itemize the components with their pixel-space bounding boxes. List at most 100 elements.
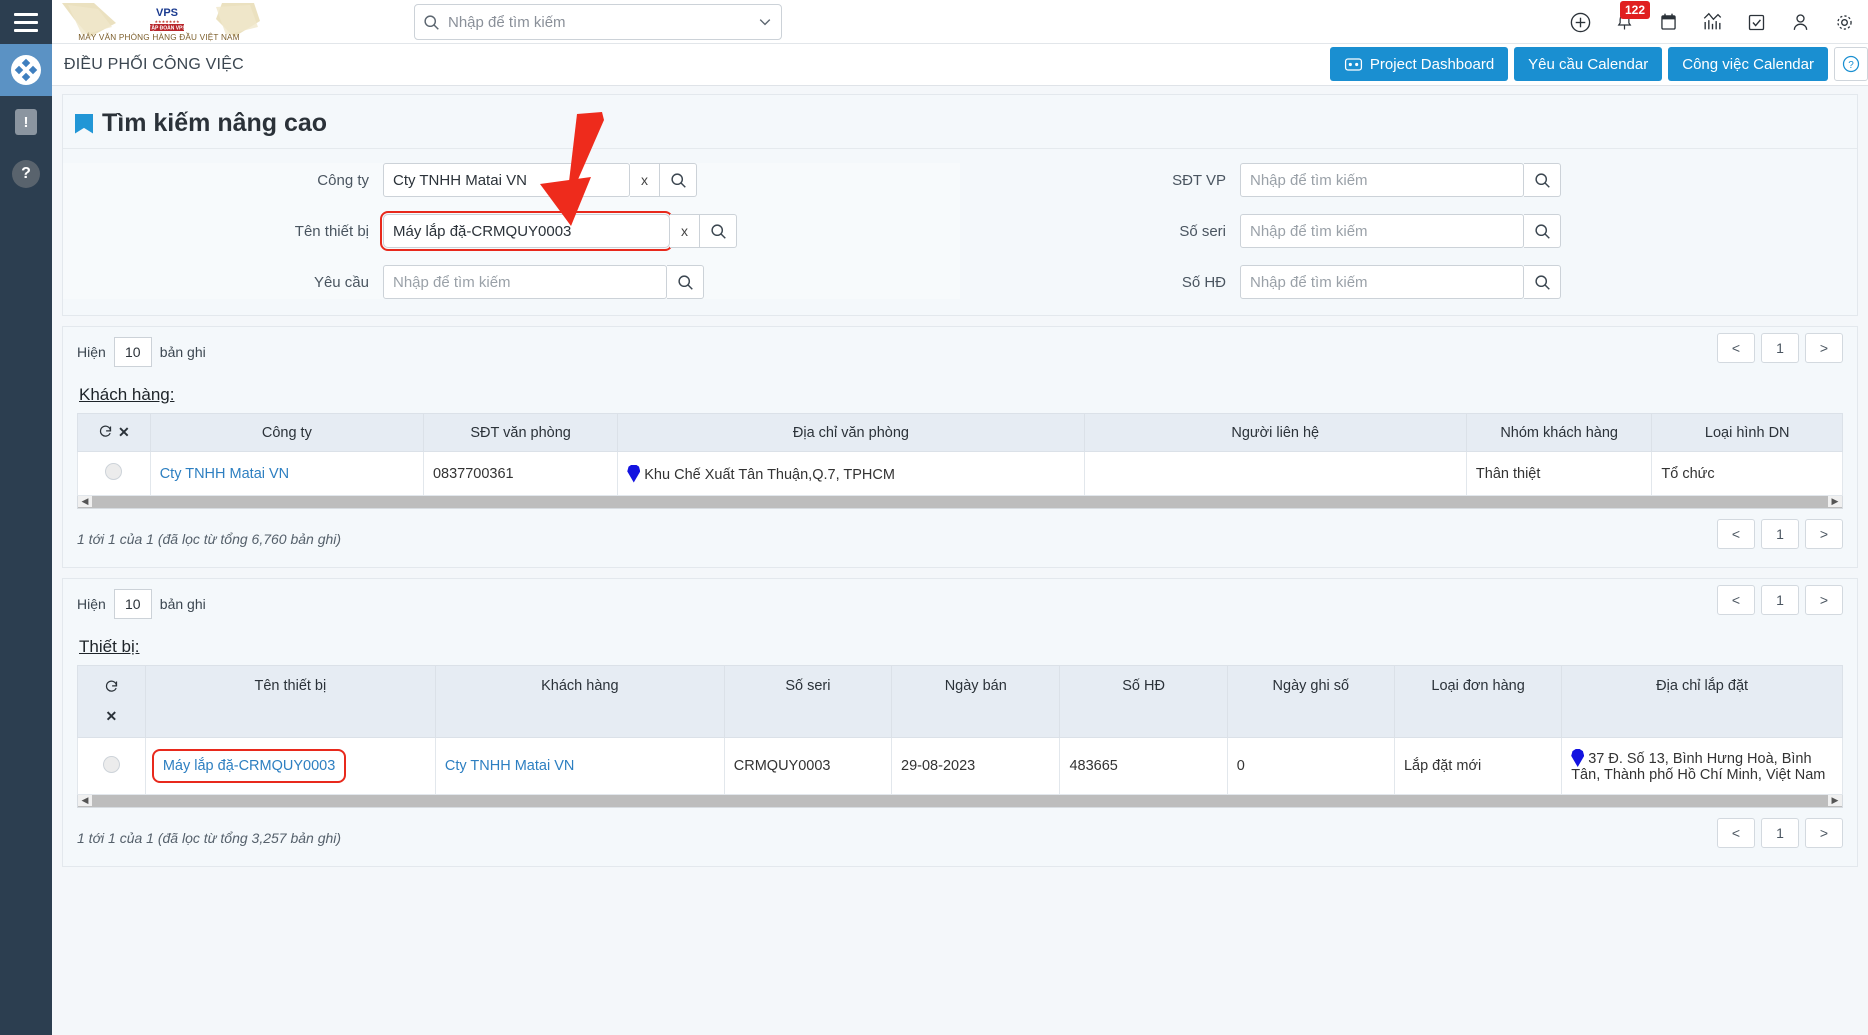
- brand-logo[interactable]: VPS ★★★★★★★ TẬP ĐOÀN VPS MÁY VĂN PHÒNG H…: [52, 0, 282, 44]
- sdt-vp-search-button[interactable]: [1524, 163, 1561, 197]
- device-cell-loai-don-hang: Lắp đặt mới: [1393, 737, 1563, 795]
- device-col-ten-thiet-bi: Tên thiết bị: [144, 665, 436, 738]
- so-hd-search-button[interactable]: [1524, 265, 1561, 299]
- customer-page-size-select[interactable]: 10: [113, 337, 152, 367]
- add-circle-icon[interactable]: [1568, 10, 1592, 34]
- scroll-left-icon[interactable]: ◀: [78, 795, 92, 806]
- bookmark-icon: [75, 113, 93, 134]
- sdt-vp-placeholder: Nhập để tìm kiếm: [1250, 171, 1368, 189]
- device-prev-page-button[interactable]: <: [1717, 585, 1755, 615]
- bell-icon[interactable]: 122: [1612, 1, 1651, 34]
- customer-next-page-button[interactable]: >: [1805, 333, 1843, 363]
- customer-table-label: Khách hàng:: [79, 385, 175, 404]
- top-bar: VPS ★★★★★★★ TẬP ĐOÀN VPS MÁY VĂN PHÒNG H…: [52, 0, 1868, 44]
- cong-viec-calendar-button[interactable]: Công việc Calendar: [1668, 47, 1828, 81]
- scroll-right-icon[interactable]: ▶: [1828, 496, 1842, 507]
- customer-cell-nguoi-lien-he: [1083, 451, 1467, 496]
- so-seri-input[interactable]: Nhập để tìm kiếm: [1240, 214, 1524, 248]
- yeu-cau-input[interactable]: Nhập để tìm kiếm: [383, 265, 667, 299]
- search-icon: [1534, 274, 1550, 290]
- sidebar-item-alert[interactable]: !: [0, 96, 52, 148]
- customer-table: ✕ Công ty SĐT văn phòng Địa chỉ văn phòn…: [77, 413, 1843, 496]
- customer-record-info: 1 tới 1 của 1 (đã lọc từ tổng 6,760 bản …: [77, 531, 342, 547]
- ten-thiet-bi-search-button[interactable]: [700, 214, 737, 248]
- ten-thiet-bi-clear-button[interactable]: x: [670, 214, 700, 248]
- clear-filter-icon[interactable]: ✕: [84, 708, 139, 725]
- so-hd-label: Số HĐ: [1181, 273, 1226, 291]
- customer-row-radio[interactable]: [105, 463, 123, 480]
- customer-prev-page-button[interactable]: <: [1717, 333, 1755, 363]
- search-icon: [1534, 172, 1550, 188]
- project-dashboard-button[interactable]: Project Dashboard: [1329, 47, 1509, 81]
- ten-thiet-bi-label: Tên thiết bị: [294, 222, 369, 240]
- ten-thiet-bi-input[interactable]: Máy lắp đặ-CRMQUY0003: [380, 211, 673, 251]
- sdt-vp-input[interactable]: Nhập để tìm kiếm: [1240, 163, 1524, 197]
- device-page-1-button[interactable]: 1: [1761, 585, 1799, 615]
- chart-icon[interactable]: [1700, 10, 1724, 34]
- device-cell-so-hd: 483665: [1059, 737, 1228, 795]
- customer-page-1-button-bottom[interactable]: 1: [1761, 519, 1799, 549]
- device-next-page-button-bottom[interactable]: >: [1805, 818, 1843, 848]
- search-icon: [670, 172, 686, 188]
- customer-cell-sdt: 0837700361: [422, 451, 619, 496]
- sidebar-item-app-logo[interactable]: [0, 44, 52, 96]
- customer-row-select-cell: [77, 451, 151, 496]
- cong-ty-input[interactable]: Cty TNHH Matai VN: [383, 163, 630, 197]
- table-row[interactable]: Cty TNHH Matai VN 0837700361 Khu Chế Xuấ…: [77, 451, 1843, 496]
- clear-filter-icon[interactable]: ✕: [118, 424, 130, 440]
- customer-table-footer: 1 tới 1 của 1 (đã lọc từ tổng 6,760 bản …: [77, 519, 1843, 555]
- customer-table-hscrollbar[interactable]: ◀ ▶: [77, 496, 1843, 509]
- device-link-khach-hang[interactable]: Cty TNHH Matai VN: [445, 758, 574, 774]
- device-cell-ngay-ghi-so: 0: [1226, 737, 1395, 795]
- svg-text:TẬP ĐOÀN VPS: TẬP ĐOÀN VPS: [148, 24, 186, 31]
- yeu-cau-calendar-button[interactable]: Yêu cầu Calendar: [1514, 47, 1663, 81]
- user-icon[interactable]: [1788, 10, 1812, 34]
- gear-icon[interactable]: [1832, 10, 1856, 34]
- so-seri-search-button[interactable]: [1524, 214, 1561, 248]
- sdt-vp-label: SĐT VP: [1172, 171, 1226, 189]
- hamburger-icon[interactable]: [0, 0, 52, 44]
- header-action-buttons: Project Dashboard Yêu cầu Calendar Công …: [1329, 47, 1868, 81]
- question-circle-icon[interactable]: ?: [1834, 47, 1868, 81]
- customer-col-loai-hinh-dn: Loại hình DN: [1651, 413, 1843, 452]
- device-table-hscrollbar[interactable]: ◀ ▶: [77, 795, 1843, 808]
- device-page-size-select[interactable]: 10: [113, 589, 152, 619]
- device-prev-page-button-bottom[interactable]: <: [1717, 818, 1755, 848]
- customer-col-cong-ty: Công ty: [149, 413, 424, 452]
- table-row[interactable]: Máy lắp đặ-CRMQUY0003 Cty TNHH Matai VN …: [77, 737, 1843, 795]
- sidebar-item-help[interactable]: ?: [0, 148, 52, 200]
- device-col-so-seri: Số seri: [723, 665, 893, 738]
- device-link-ten-thiet-bi[interactable]: Máy lắp đặ-CRMQUY0003: [163, 758, 335, 774]
- so-hd-input[interactable]: Nhập để tìm kiếm: [1240, 265, 1524, 299]
- device-table-footer: 1 tới 1 của 1 (đã lọc từ tổng 3,257 bản …: [77, 818, 1843, 854]
- device-row-radio[interactable]: [102, 755, 120, 773]
- device-show-prefix: Hiện: [77, 596, 106, 612]
- customer-link-cong-ty[interactable]: Cty TNHH Matai VN: [160, 466, 289, 482]
- yeu-cau-search-button[interactable]: [667, 265, 704, 299]
- scroll-left-icon[interactable]: ◀: [78, 496, 92, 507]
- device-next-page-button[interactable]: >: [1805, 585, 1843, 615]
- cong-ty-clear-button[interactable]: x: [630, 163, 660, 197]
- scroll-right-icon[interactable]: ▶: [1828, 795, 1842, 806]
- customer-next-page-button-bottom[interactable]: >: [1805, 519, 1843, 549]
- cong-ty-search-button[interactable]: [660, 163, 697, 197]
- scroll-thumb[interactable]: [92, 496, 1532, 507]
- device-page-1-button-bottom[interactable]: 1: [1761, 818, 1799, 848]
- global-search[interactable]: Nhập để tìm kiếm: [414, 4, 782, 40]
- device-col-actions: ✕: [77, 665, 146, 738]
- refresh-icon[interactable]: [98, 424, 113, 441]
- search-icon: [710, 223, 726, 239]
- checkbox-icon[interactable]: [1744, 10, 1768, 34]
- customer-col-nguoi-lien-he: Người liên hệ: [1083, 413, 1467, 452]
- device-result-block: Hiện 10 bản ghi < 1 > Thiết bị: ✕ Tên th…: [62, 578, 1858, 867]
- device-col-ngay-ban: Ngày bán: [891, 665, 1061, 738]
- project-dashboard-label: Project Dashboard: [1369, 55, 1495, 73]
- scroll-thumb[interactable]: [92, 795, 1238, 806]
- chevron-down-icon[interactable]: [757, 14, 773, 30]
- customer-page-1-button[interactable]: 1: [1761, 333, 1799, 363]
- calendar-icon[interactable]: [1656, 10, 1680, 34]
- so-seri-placeholder: Nhập để tìm kiếm: [1250, 222, 1368, 240]
- customer-prev-page-button-bottom[interactable]: <: [1717, 519, 1755, 549]
- refresh-icon[interactable]: [84, 679, 139, 698]
- map-pin-icon: [1571, 749, 1585, 767]
